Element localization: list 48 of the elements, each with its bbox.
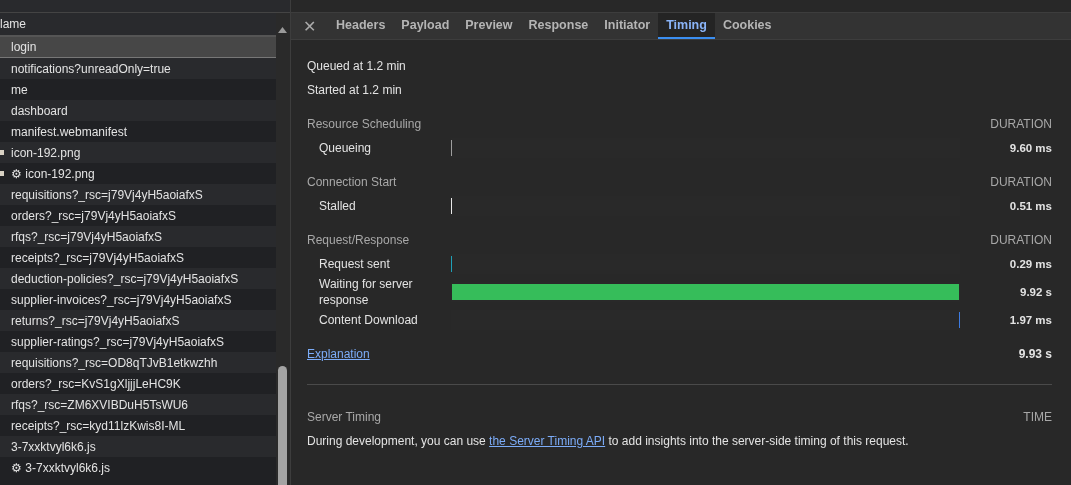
- column-label: DURATION: [990, 232, 1052, 249]
- tab[interactable]: Initiator: [596, 13, 659, 39]
- scrollbar-thumb[interactable]: [278, 366, 287, 485]
- request-row[interactable]: returns?_rsc=j79Vj4yH5aoiafxS: [0, 310, 276, 331]
- duration-value: 9.92 s: [1019, 286, 1052, 298]
- tab[interactable]: Headers: [328, 13, 394, 39]
- phase-label: Queueing: [318, 140, 373, 156]
- server-timing-api-link[interactable]: the Server Timing API: [489, 434, 606, 448]
- started-text: Started at 1.2 min: [307, 82, 403, 99]
- column-label: TIME: [1023, 409, 1052, 426]
- duration-value: 1.97 ms: [1008, 314, 1052, 326]
- request-row[interactable]: rfqs?_rsc=ZM6XVIBDuH5TsWU6: [0, 394, 276, 415]
- file-icon: [0, 150, 4, 155]
- section-title: Server Timing: [307, 409, 382, 426]
- tab[interactable]: Timing: [658, 13, 715, 39]
- server-timing-text: During development, you can use the Server Timing API to add insights into the server-side timing of this request.: [307, 433, 910, 450]
- duration-value: 0.29 ms: [1008, 258, 1052, 270]
- duration-value: 9.60 ms: [1008, 142, 1052, 154]
- request-row[interactable]: dashboard: [0, 100, 276, 121]
- column-label: DURATION: [990, 116, 1052, 133]
- section-title: Connection Start: [307, 174, 397, 191]
- total-duration: 9.93 s: [1018, 346, 1052, 363]
- request-row[interactable]: requisitions?_rsc=OD8qTJvB1etkwzhh: [0, 352, 276, 373]
- file-icon: [0, 171, 4, 176]
- request-row[interactable]: notifications?unreadOnly=true: [0, 58, 276, 79]
- phase-label: Stalled: [318, 198, 357, 214]
- request-row[interactable]: icon-192.png: [0, 142, 276, 163]
- request-row[interactable]: login: [0, 37, 276, 58]
- request-row[interactable]: requisitions?_rsc=j79Vj4yH5aoiafxS: [0, 184, 276, 205]
- column-header[interactable]: lame: [0, 17, 26, 31]
- queued-text: Queued at 1.2 min: [307, 58, 407, 75]
- tab[interactable]: Cookies: [714, 13, 780, 39]
- section-title: Resource Scheduling: [307, 116, 422, 133]
- scroll-up-icon[interactable]: [278, 27, 287, 33]
- tab[interactable]: Preview: [457, 13, 521, 39]
- column-label: DURATION: [990, 174, 1052, 191]
- request-row[interactable]: 3-7xxktvyl6k6.js: [0, 436, 276, 457]
- duration-value: 0.51 ms: [1008, 200, 1052, 212]
- close-button[interactable]: ✕: [291, 13, 328, 39]
- phase-label: Content Download: [318, 312, 419, 328]
- tab[interactable]: Payload: [393, 13, 458, 39]
- request-row[interactable]: rfqs?_rsc=j79Vj4yH5aoiafxS: [0, 226, 276, 247]
- request-row[interactable]: deduction-policies?_rsc=j79Vj4yH5aoiafxS: [0, 268, 276, 289]
- explanation-link[interactable]: Explanation: [307, 342, 370, 366]
- section-title: Request/Response: [307, 232, 410, 249]
- phase-label: Request sent: [318, 256, 391, 272]
- tab[interactable]: Response: [520, 13, 597, 39]
- phase-label: Waiting for server response: [318, 276, 414, 308]
